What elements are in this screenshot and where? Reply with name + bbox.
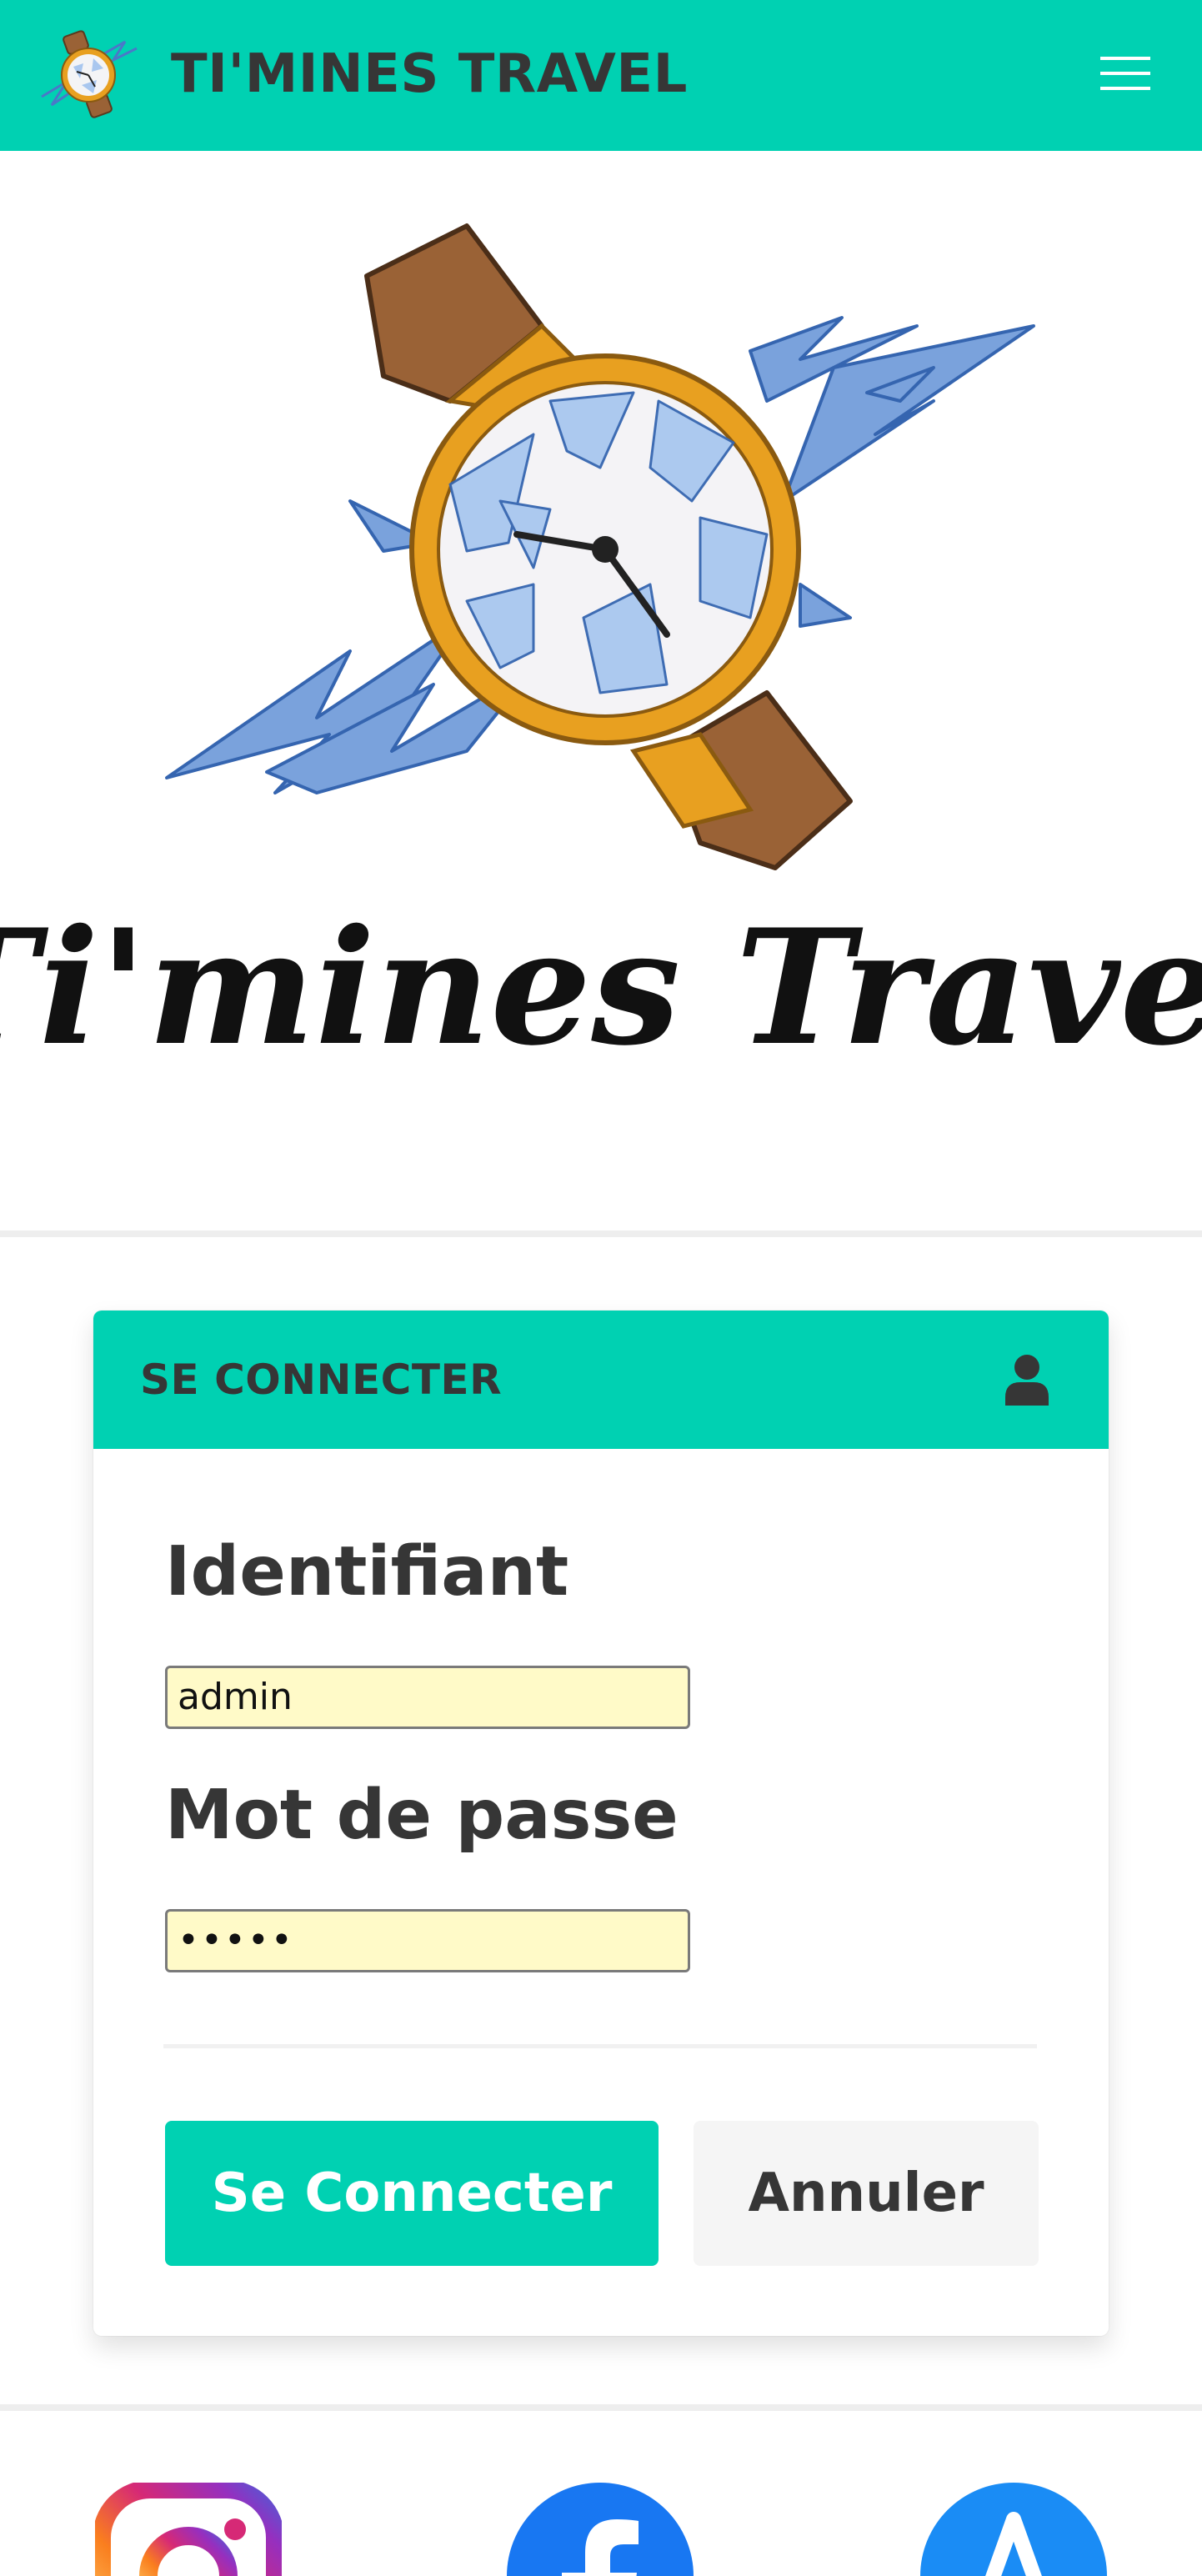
app-store-icon[interactable] <box>920 2483 1107 2576</box>
login-card: SE CONNECTER Identifiant admin Mot de pa… <box>93 1311 1109 2336</box>
hamburger-menu-icon[interactable] <box>1100 52 1150 95</box>
facebook-icon[interactable] <box>507 2483 694 2576</box>
footer-divider <box>0 2404 1202 2411</box>
login-card-header: SE CONNECTER <box>93 1311 1109 1449</box>
hero-divider <box>0 1230 1202 1237</box>
broken-watch-logo-icon: Ti'mines Travel <box>0 223 1202 1080</box>
instagram-icon[interactable] <box>95 2483 282 2576</box>
form-divider <box>163 2044 1037 2048</box>
username-label: Identifiant <box>165 1532 569 1611</box>
login-button[interactable]: Se Connecter <box>165 2121 659 2266</box>
password-label: Mot de passe <box>165 1776 679 1855</box>
hero-section: Ti'mines Travel <box>0 151 1202 1235</box>
user-icon <box>1005 1355 1049 1406</box>
cancel-button[interactable]: Annuler <box>694 2121 1039 2266</box>
navbar: TI'MINES TRAVEL <box>0 0 1202 151</box>
site-title[interactable]: TI'MINES TRAVEL <box>171 43 688 105</box>
login-card-title: SE CONNECTER <box>140 1356 503 1404</box>
username-input[interactable]: admin <box>165 1666 690 1729</box>
watch-logo-icon[interactable] <box>33 30 143 120</box>
password-input[interactable]: ••••• <box>165 1909 690 1972</box>
hero-logo-text: Ti'mines Travel <box>0 895 1202 1080</box>
